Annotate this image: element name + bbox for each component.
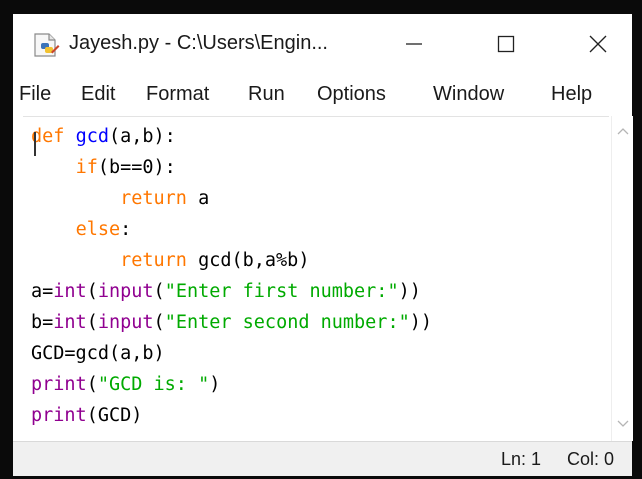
code-line: a=int(input("Enter first number:"))	[31, 280, 421, 304]
python-file-icon	[34, 33, 60, 57]
code-token: (	[153, 312, 165, 333]
code-line: def gcd(a,b):	[31, 125, 176, 149]
code-token: "GCD is: "	[97, 374, 210, 395]
code-token: if	[75, 157, 98, 178]
column-number: Col: 0	[567, 449, 615, 469]
close-button[interactable]	[575, 22, 621, 66]
code-line: b=int(input("Enter second number:"))	[31, 311, 432, 335]
code-token: a=	[31, 281, 54, 302]
code-token: (	[86, 374, 98, 395]
code-line: print(GCD)	[31, 404, 142, 428]
code-token: "Enter first number:"	[164, 281, 399, 302]
code-token: (b==0):	[97, 157, 176, 178]
code-token: gcd	[75, 126, 109, 147]
code-token: ))	[409, 312, 433, 333]
idle-editor-window: Jayesh.py - C:\Users\Engin... File Edit …	[13, 14, 633, 476]
code-token: input	[97, 312, 154, 333]
menu-run[interactable]: Run	[248, 83, 285, 106]
code-token: return	[120, 250, 187, 271]
code-line: return gcd(b,a%b)	[31, 249, 309, 273]
code-token: int	[53, 281, 87, 302]
minimize-icon	[406, 43, 422, 45]
text-cursor	[34, 132, 36, 156]
code-line: return a	[31, 187, 209, 211]
code-line: else:	[31, 218, 132, 242]
menu-file[interactable]: File	[19, 83, 51, 106]
code-token: (	[86, 281, 98, 302]
code-token: def	[31, 126, 65, 147]
maximize-button[interactable]	[483, 22, 529, 66]
screen-frame: Jayesh.py - C:\Users\Engin... File Edit …	[0, 0, 642, 479]
code-token: b=	[31, 312, 54, 333]
code-editor[interactable]: def gcd(a,b): if(b==0): return a else: r…	[23, 116, 609, 442]
code-token: :	[120, 219, 132, 240]
status-bar: Ln: 1 Col: 0	[13, 441, 632, 476]
code-token: gcd(b,a%b)	[186, 250, 310, 271]
minimize-button[interactable]	[391, 22, 437, 66]
code-token: ))	[398, 281, 421, 302]
code-token: )	[209, 374, 221, 395]
code-token: print	[31, 405, 87, 426]
code-line: print("GCD is: ")	[31, 373, 220, 397]
code-token: (GCD)	[86, 405, 143, 426]
code-line: GCD=gcd(a,b)	[31, 342, 165, 366]
menu-bar: File Edit Format Run Options Window Help	[13, 78, 632, 112]
code-line: if(b==0):	[31, 156, 176, 180]
code-token: (	[153, 281, 165, 302]
code-token: input	[97, 281, 154, 302]
menu-window[interactable]: Window	[433, 83, 504, 106]
menu-edit[interactable]: Edit	[81, 83, 115, 106]
code-token: GCD=gcd(a,b)	[31, 343, 165, 364]
menu-help[interactable]: Help	[551, 83, 592, 106]
code-token: a	[186, 188, 210, 209]
scroll-down-icon[interactable]	[617, 419, 629, 429]
code-token: (	[86, 312, 98, 333]
code-token: return	[120, 188, 187, 209]
vertical-scrollbar[interactable]	[611, 116, 633, 441]
code-token: int	[53, 312, 87, 333]
code-token: else	[75, 219, 121, 240]
window-title: Jayesh.py - C:\Users\Engin...	[69, 32, 328, 54]
scroll-up-icon[interactable]	[617, 126, 629, 136]
code-token: print	[31, 374, 87, 395]
menu-options[interactable]: Options	[317, 83, 386, 106]
line-number: Ln: 1	[501, 449, 542, 469]
close-icon	[589, 35, 607, 53]
code-token: "Enter second number:"	[164, 312, 410, 333]
code-token: (a,b):	[108, 126, 176, 147]
title-bar[interactable]: Jayesh.py - C:\Users\Engin...	[13, 14, 632, 74]
maximize-icon	[497, 35, 515, 53]
menu-format[interactable]: Format	[146, 83, 209, 106]
